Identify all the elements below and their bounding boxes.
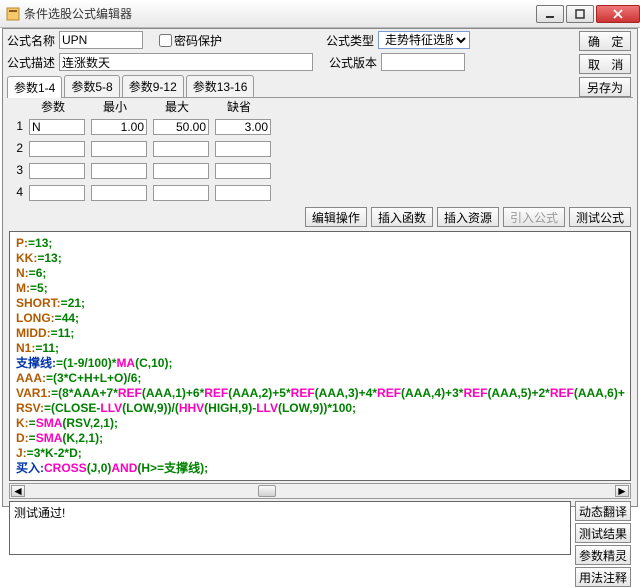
ver-label: 公式版本 [329, 54, 377, 71]
insert-res-button[interactable]: 插入资源 [437, 207, 499, 227]
tab-params-9-12[interactable]: 参数9-12 [122, 75, 184, 97]
import-formula-button[interactable]: 引入公式 [503, 207, 565, 227]
type-label: 公式类型 [326, 32, 374, 49]
col-max: 最大 [149, 98, 205, 115]
desc-label: 公式描述 [7, 54, 55, 71]
minimize-button[interactable] [536, 5, 564, 23]
app-icon [6, 7, 20, 21]
p1-min[interactable] [91, 119, 147, 135]
cancel-button[interactable]: 取 消 [579, 54, 631, 74]
password-label: 密码保护 [174, 32, 222, 49]
tab-params-13-16[interactable]: 参数13-16 [186, 75, 255, 97]
password-checkbox[interactable] [159, 34, 172, 47]
p4-max[interactable] [153, 185, 209, 201]
p1-def[interactable] [215, 119, 271, 135]
p2-max[interactable] [153, 141, 209, 157]
scroll-left-icon[interactable]: ◄ [11, 485, 25, 497]
window-title: 条件选股公式编辑器 [24, 5, 534, 22]
p2-def[interactable] [215, 141, 271, 157]
code-hscrollbar[interactable]: ◄ ► [9, 483, 631, 499]
close-button[interactable] [596, 5, 640, 23]
scroll-thumb[interactable] [258, 485, 276, 497]
ver-input[interactable] [381, 53, 465, 71]
code-editor[interactable]: P:=13; KK:=13; N:=6; M:=5; SHORT:=21; LO… [9, 231, 631, 481]
name-label: 公式名称 [7, 32, 55, 49]
dynamic-translate-button[interactable]: 动态翻译 [575, 501, 631, 521]
p4-def[interactable] [215, 185, 271, 201]
ok-button[interactable]: 确 定 [579, 31, 631, 51]
p1-max[interactable] [153, 119, 209, 135]
tab-params-5-8[interactable]: 参数5-8 [64, 75, 119, 97]
test-formula-button[interactable]: 测试公式 [569, 207, 631, 227]
p2-name[interactable] [29, 141, 85, 157]
p3-def[interactable] [215, 163, 271, 179]
p1-name[interactable] [29, 119, 85, 135]
desc-input[interactable] [59, 53, 313, 71]
tab-params-1-4[interactable]: 参数1-4 [7, 76, 62, 98]
p3-max[interactable] [153, 163, 209, 179]
saveas-button[interactable]: 另存为 [579, 77, 631, 97]
edit-ops-button[interactable]: 编辑操作 [305, 207, 367, 227]
test-result-button[interactable]: 测试结果 [575, 523, 631, 543]
p4-min[interactable] [91, 185, 147, 201]
maximize-button[interactable] [566, 5, 594, 23]
col-param: 参数 [25, 98, 81, 115]
message-area: 测试通过! [9, 501, 571, 555]
p2-min[interactable] [91, 141, 147, 157]
col-min: 最小 [87, 98, 143, 115]
usage-notes-button[interactable]: 用法注释 [575, 567, 631, 587]
p3-name[interactable] [29, 163, 85, 179]
p3-min[interactable] [91, 163, 147, 179]
scroll-right-icon[interactable]: ► [615, 485, 629, 497]
insert-fn-button[interactable]: 插入函数 [371, 207, 433, 227]
type-select[interactable]: 走势特征选股 [378, 31, 470, 49]
param-wizard-button[interactable]: 参数精灵 [575, 545, 631, 565]
col-def: 缺省 [211, 98, 267, 115]
name-input[interactable] [59, 31, 143, 49]
p4-name[interactable] [29, 185, 85, 201]
